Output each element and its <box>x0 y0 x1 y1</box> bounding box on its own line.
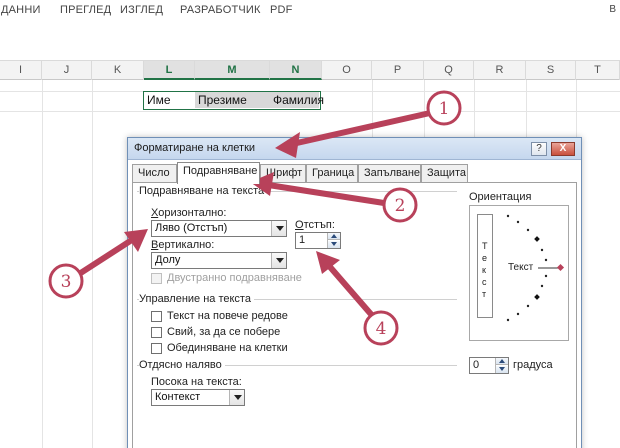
indent-stepper-buttons <box>327 233 340 248</box>
chevron-down-icon[interactable] <box>271 253 286 268</box>
spin-down-icon[interactable] <box>328 241 340 248</box>
grid-col-line <box>92 80 93 448</box>
shrink-to-fit-label: Свий, за да се побере <box>167 326 281 338</box>
horizontal-label: Хоризонтално: <box>151 207 227 219</box>
indent-label: Отстъп: <box>295 219 335 231</box>
cell-n-surname[interactable]: Фамилия <box>270 92 324 108</box>
column-header-m[interactable]: M <box>195 61 270 80</box>
tab-border[interactable]: Граница <box>306 164 358 183</box>
horizontal-select[interactable]: Ляво (Отстъп) <box>151 220 287 237</box>
shrink-to-fit-checkbox[interactable] <box>151 327 162 338</box>
degrees-label: градуса <box>513 359 553 371</box>
column-header-t[interactable]: T <box>576 61 620 80</box>
tab-font[interactable]: Шрифт <box>260 164 306 183</box>
text-alignment-group-label: Подравняване на текста <box>139 185 268 197</box>
merge-cells-label: Обединяване на клетки <box>167 342 288 354</box>
ribbon-tab-view[interactable]: ИЗГЛЕД <box>120 4 163 16</box>
indent-value: 1 <box>299 234 306 246</box>
spin-down-icon[interactable] <box>496 366 508 373</box>
wrap-text-checkbox[interactable] <box>151 311 162 322</box>
wrap-text-label: Текст на повече редове <box>167 310 288 322</box>
cell-l-name[interactable]: Име <box>144 92 195 108</box>
selected-range[interactable]: Име Презиме Фамилия <box>143 91 324 110</box>
tab-alignment[interactable]: Подравняване <box>177 162 260 184</box>
text-control-group-label: Управление на текста <box>139 293 254 305</box>
vertical-text-letter: к <box>482 265 486 275</box>
justify-distributed-checkbox[interactable] <box>151 273 162 284</box>
column-header-j[interactable]: J <box>42 61 92 80</box>
rtl-group-label: Отдясно наляво <box>139 359 225 371</box>
ribbon-tab-developer[interactable]: РАЗРАБОТЧИК <box>180 4 261 16</box>
indent-stepper[interactable]: 1 <box>295 232 341 249</box>
vertical-text-letter: т <box>482 289 487 299</box>
degrees-stepper-buttons <box>495 358 508 373</box>
ribbon-right-marker: B <box>609 4 616 15</box>
orientation-group-label: Ориентация <box>469 191 532 203</box>
justify-distributed-label: Двустранно подравняване <box>167 272 302 284</box>
column-header-l[interactable]: L <box>144 61 195 80</box>
tab-fill[interactable]: Запълване <box>358 164 421 183</box>
ribbon-tab-data[interactable]: ДАННИ <box>1 4 41 16</box>
vertical-label: Вертикално: <box>151 239 215 251</box>
degrees-stepper[interactable]: 0 <box>469 357 509 374</box>
vertical-text-letter: е <box>482 253 488 263</box>
alignment-panel: Подравняване на текста Хоризонтално: Ляв… <box>132 182 577 448</box>
help-button[interactable]: ? <box>531 142 547 156</box>
dialog-titlebar[interactable]: Форматиране на клетки ? X <box>128 138 581 160</box>
close-button[interactable]: X <box>551 142 575 156</box>
merge-cells-checkbox[interactable] <box>151 343 162 354</box>
text-direction-label: Посока на текста: <box>151 376 242 388</box>
ribbon-tab-review[interactable]: ПРЕГЛЕД <box>60 4 111 16</box>
chevron-down-icon[interactable] <box>271 221 286 236</box>
ribbon-tabs: ДАННИ ПРЕГЛЕД ИЗГЛЕД РАЗРАБОТЧИК PDF B <box>0 0 620 22</box>
vertical-text-letter: Т <box>482 241 488 251</box>
vertical-text-letter: с <box>482 277 487 287</box>
spin-up-icon[interactable] <box>496 358 508 365</box>
horizontal-text-label: Текст <box>508 262 534 273</box>
cell-m-middle-name[interactable]: Презиме <box>195 92 270 108</box>
horizontal-select-value: Ляво (Отстъп) <box>155 222 228 234</box>
column-header-q[interactable]: Q <box>424 61 474 80</box>
grid-row-line <box>0 111 620 112</box>
column-header-n[interactable]: N <box>270 61 322 80</box>
grid-col-line <box>42 80 43 448</box>
chevron-down-icon[interactable] <box>229 390 244 405</box>
tab-number[interactable]: Число <box>132 164 177 183</box>
column-header-o[interactable]: O <box>322 61 372 80</box>
column-headers: I J K L M N O P Q R S T <box>0 60 620 80</box>
vertical-text-toggle[interactable]: Т е к с т <box>477 214 493 318</box>
vertical-select[interactable]: Долу <box>151 252 287 269</box>
column-header-i[interactable]: I <box>0 61 42 80</box>
vertical-select-value: Долу <box>155 254 181 266</box>
column-header-p[interactable]: P <box>372 61 424 80</box>
degrees-value: 0 <box>473 359 480 371</box>
orientation-box: Т е к с т Текст <box>469 205 569 341</box>
ribbon-tab-pdf[interactable]: PDF <box>270 4 293 16</box>
text-direction-value: Контекст <box>155 391 201 403</box>
format-cells-dialog: Форматиране на клетки ? X Число Подравня… <box>127 137 582 448</box>
dialog-title: Форматиране на клетки <box>134 142 256 154</box>
text-direction-select[interactable]: Контекст <box>151 389 245 406</box>
spin-up-icon[interactable] <box>328 233 340 240</box>
column-header-r[interactable]: R <box>474 61 526 80</box>
tab-protection[interactable]: Защита <box>421 164 468 183</box>
column-header-k[interactable]: K <box>92 61 144 80</box>
column-header-s[interactable]: S <box>526 61 576 80</box>
